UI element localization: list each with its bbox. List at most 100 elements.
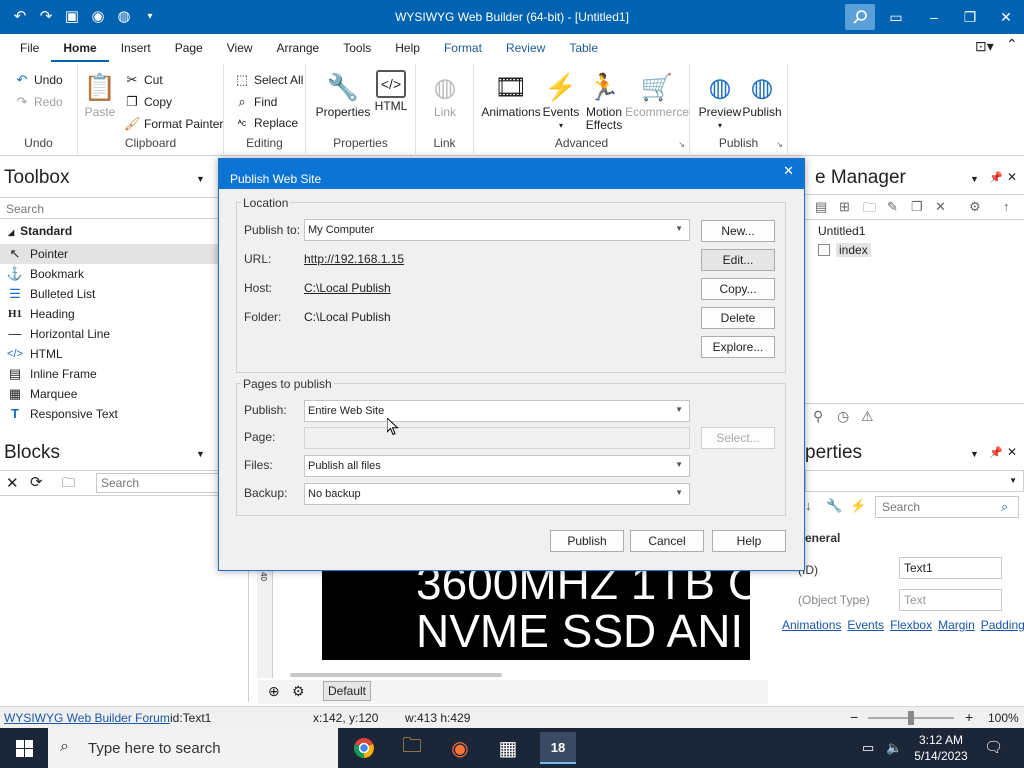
close-icon[interactable]: ✕: [1007, 170, 1017, 184]
toolbox-item-pointer[interactable]: ↖ Pointer: [0, 244, 218, 264]
tab-file[interactable]: File: [0, 34, 51, 62]
id-field[interactable]: Text1: [899, 557, 1002, 579]
host-value[interactable]: C:\Local Publish: [304, 281, 391, 295]
format-painter-button[interactable]: 🖌 Format Painter: [124, 116, 223, 132]
explore-button[interactable]: Explore...: [701, 336, 775, 358]
minimize-button[interactable]: –: [922, 6, 946, 28]
page-new-icon[interactable]: ⊞: [839, 199, 850, 215]
publish-button[interactable]: ◍ Publish: [734, 70, 790, 119]
pin-icon[interactable]: 📌: [989, 446, 1003, 459]
toolbox-section-standard[interactable]: ◢ Standard: [0, 221, 218, 241]
toolbox-item-marquee[interactable]: ▦ Marquee: [0, 384, 218, 404]
cancel-button[interactable]: Cancel: [630, 530, 704, 552]
delete-button[interactable]: Delete: [701, 307, 775, 329]
tab-home[interactable]: Home: [51, 34, 109, 62]
tree-item-site[interactable]: Untitled1: [818, 224, 865, 238]
tab-format[interactable]: Format: [432, 34, 494, 62]
toolbox-search-input[interactable]: Search: [0, 197, 218, 219]
restore-button[interactable]: ❐: [958, 6, 982, 28]
flexbox-link[interactable]: Flexbox: [890, 618, 932, 632]
tree-item-index[interactable]: index: [818, 243, 871, 257]
close-icon[interactable]: ✕: [6, 474, 19, 492]
blocks-search-input[interactable]: Search: [96, 473, 226, 493]
toolbox-item-responsive-text[interactable]: T Responsive Text: [0, 404, 218, 424]
backup-select[interactable]: No backup ▼: [304, 483, 690, 505]
toolbox-item-bulleted-list[interactable]: ☰ Bulleted List: [0, 284, 218, 304]
copy-button[interactable]: ❐ Copy: [124, 94, 172, 110]
properties-search-input[interactable]: Search: [875, 496, 1019, 518]
zoom-slider-thumb[interactable]: [908, 711, 914, 725]
canvas-image[interactable]: 3600MHZ 1TB C NVME SSD ANI: [322, 568, 750, 660]
find-button[interactable]: ⌕ Find: [234, 94, 277, 110]
padding-link[interactable]: Padding: [981, 618, 1024, 632]
properties-section-general[interactable]: eneral: [805, 531, 840, 545]
tab-review[interactable]: Review: [494, 34, 557, 62]
zoom-in-icon[interactable]: +: [965, 709, 973, 725]
ecommerce-button[interactable]: 🛒 Ecommerce: [622, 70, 692, 119]
toolbox-item-horizontal-line[interactable]: — Horizontal Line: [0, 324, 218, 344]
taskbar-search-input[interactable]: ⌕ Type here to search: [48, 728, 338, 768]
page-icon[interactable]: ▤: [815, 199, 827, 215]
taskbar-clock[interactable]: 3:12 AM 5/14/2023: [908, 732, 974, 764]
files-select[interactable]: Publish all files ▼: [304, 455, 690, 477]
add-page-icon[interactable]: ⊕: [268, 683, 280, 700]
animations-button[interactable]: 🎞 Animations: [478, 70, 544, 119]
notifications-icon[interactable]: 🗨: [984, 738, 1003, 756]
tab-page[interactable]: Page: [163, 34, 215, 62]
object-selector[interactable]: ▼: [805, 470, 1024, 492]
tab-table[interactable]: Table: [557, 34, 610, 62]
chrome-icon[interactable]: [346, 732, 382, 764]
site-manager-menu-icon[interactable]: ▼: [970, 174, 979, 184]
refresh-icon[interactable]: ⟳: [30, 473, 43, 491]
zoom-out-icon[interactable]: −: [850, 709, 858, 725]
dialog-close-button[interactable]: ✕: [783, 163, 794, 179]
wrench-icon[interactable]: 🔧: [826, 498, 842, 514]
toolbox-item-inline-frame[interactable]: ▤ Inline Frame: [0, 364, 218, 384]
close-button[interactable]: ✕: [994, 6, 1018, 28]
network-icon[interactable]: ▭: [862, 740, 874, 756]
file-explorer-icon[interactable]: 🗀: [394, 732, 430, 764]
sort-icon[interactable]: ↓: [805, 498, 812, 513]
wysiwyg-builder-taskbar-icon[interactable]: 18: [540, 732, 576, 764]
publish-submit-button[interactable]: Publish: [550, 530, 624, 552]
copy-button[interactable]: Copy...: [701, 278, 775, 300]
redo-button[interactable]: ↷ Redo: [14, 94, 63, 110]
arrow-up-icon[interactable]: ↑: [1003, 199, 1010, 214]
tab-help[interactable]: Help: [383, 34, 432, 62]
warning-icon[interactable]: ⚠: [861, 408, 874, 425]
dialog-launcher-icon[interactable]: ↘: [776, 140, 783, 149]
lightning-icon[interactable]: ⚡: [850, 498, 866, 514]
clock-icon[interactable]: ◷: [837, 408, 849, 425]
collapse-ribbon-icon[interactable]: ⌃: [1006, 36, 1018, 53]
toolbox-item-html[interactable]: </> HTML: [0, 344, 218, 364]
paste-button[interactable]: 📋 Paste: [72, 70, 128, 119]
firefox-icon[interactable]: ◉: [442, 732, 478, 764]
link-button[interactable]: ◍ Link: [417, 70, 473, 119]
toolbox-item-bookmark[interactable]: ⚓ Bookmark: [0, 264, 218, 284]
tab-arrange[interactable]: Arrange: [265, 34, 332, 62]
folder-icon[interactable]: 🗀: [62, 474, 75, 496]
ribbon-display-icon[interactable]: ▭: [884, 6, 908, 28]
margin-link[interactable]: Margin: [938, 618, 975, 632]
replace-button[interactable]: ᴬᴄ Replace: [234, 116, 298, 130]
toolbox-menu-icon[interactable]: ▼: [196, 174, 205, 184]
animations-link[interactable]: Animations: [782, 618, 841, 632]
select-button[interactable]: Select...: [701, 427, 775, 449]
html-button[interactable]: </> HTML: [366, 70, 416, 113]
folder-icon[interactable]: 🗀: [863, 199, 876, 221]
tab-tools[interactable]: Tools: [331, 34, 383, 62]
tab-insert[interactable]: Insert: [109, 34, 163, 62]
default-breakpoint-button[interactable]: Default: [323, 681, 371, 701]
properties-button[interactable]: 🔧 Properties: [314, 70, 372, 119]
new-button[interactable]: New...: [701, 220, 775, 242]
cut-button[interactable]: ✂ Cut: [124, 72, 163, 88]
undo-button[interactable]: ↶ Undo: [14, 72, 63, 88]
edit-icon[interactable]: ✎: [887, 199, 898, 215]
volume-icon[interactable]: 🔈: [886, 740, 902, 756]
select-all-button[interactable]: ⬚ Select All: [234, 72, 304, 88]
tab-view[interactable]: View: [215, 34, 265, 62]
publish-to-select[interactable]: My Computer ▼: [304, 219, 690, 241]
pin-icon[interactable]: ⚲: [813, 408, 823, 425]
help-button[interactable]: Help: [712, 530, 786, 552]
horizontal-scrollbar[interactable]: [290, 673, 502, 677]
